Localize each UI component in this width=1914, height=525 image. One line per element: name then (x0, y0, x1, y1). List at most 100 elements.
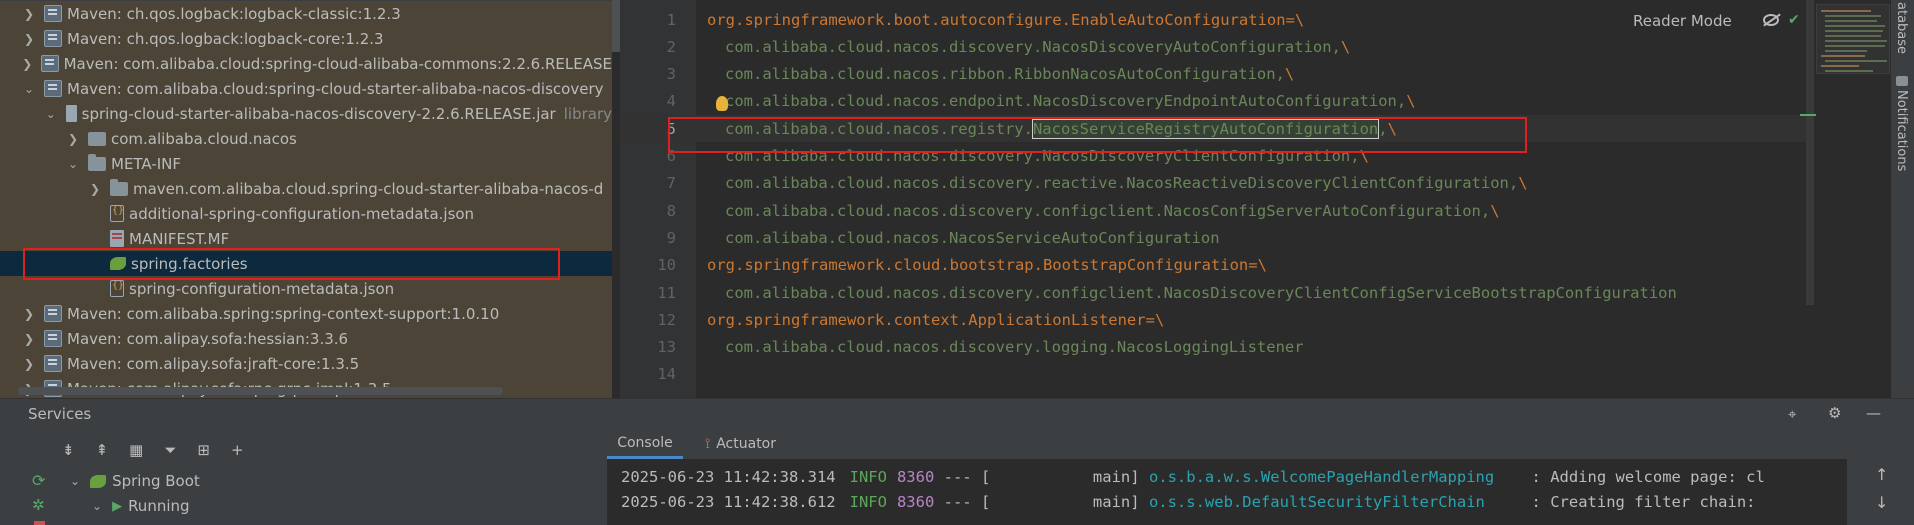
chevron-down-icon[interactable]: ⌄ (22, 82, 36, 96)
tree-row[interactable]: ⌄ Maven: com.alibaba.cloud:spring-cloud-… (0, 76, 612, 101)
group-icon[interactable]: ▦ (129, 441, 143, 459)
services-tree-item[interactable]: ⌄ Spring Boot (70, 469, 200, 493)
chevron-right-icon[interactable]: ❯ (22, 357, 36, 371)
log-thread: --- [ main] (934, 492, 1149, 511)
chevron-right-icon[interactable]: ❯ (22, 307, 36, 321)
scroll-down-icon[interactable]: ↓ (1875, 493, 1888, 512)
bell-icon[interactable] (1896, 76, 1908, 86)
tree-row[interactable]: ❯ Maven: com.alibaba.cloud:spring-cloud-… (0, 51, 612, 76)
chevron-down-icon[interactable]: ⌄ (92, 499, 102, 513)
tree-row[interactable]: additional-spring-configuration-metadata… (0, 201, 612, 226)
vertical-scrollbar[interactable] (612, 0, 620, 52)
code-editor[interactable]: 1 org.springframework.boot.autoconfigure.… (620, 0, 1914, 398)
lightbulb-icon[interactable] (716, 96, 728, 111)
log-logger[interactable]: o.s.b.a.w.s.WelcomePageHandlerMapping (1149, 468, 1494, 486)
property-key: org.springframework.cloud.bootstrap.Boot… (707, 256, 1249, 275)
chevron-down-icon[interactable]: ⌄ (70, 474, 80, 488)
code-line[interactable]: 1 org.springframework.boot.autoconfigure.… (620, 6, 1810, 33)
minimize-icon[interactable]: — (1866, 404, 1881, 422)
reader-mode-button[interactable]: Reader Mode (1633, 12, 1732, 30)
property-key: org.springframework.context.ApplicationL… (707, 310, 1146, 329)
tab-label: Console (617, 434, 673, 451)
library-icon (44, 30, 62, 47)
chevron-down-icon[interactable]: ⌄ (44, 107, 58, 121)
services-tree-item[interactable]: ⌄ ▶ Running (92, 494, 190, 518)
property-value: com.alibaba.cloud.nacos.discovery.NacosD… (725, 37, 1341, 56)
code-line[interactable]: 11 com.alibaba.cloud.nacos.discovery.conf… (620, 279, 1810, 306)
filter-icon[interactable]: ⏷ (164, 441, 176, 459)
tree-row-label: spring-cloud-starter-alibaba-nacos-disco… (81, 104, 556, 123)
code-text: org.springframework.boot.autoconfigure.E… (707, 11, 1304, 29)
chevron-down-icon[interactable]: ⌄ (66, 157, 80, 171)
tree-row[interactable]: ❯ maven.com.alibaba.cloud.spring-cloud-s… (0, 176, 612, 201)
notifications-tool-tab[interactable]: Notifications (1894, 90, 1909, 171)
add-icon[interactable]: + (231, 441, 244, 459)
run-icon: ▶ (112, 498, 123, 514)
database-tool-tab[interactable]: atabase (1894, 2, 1909, 54)
chevron-right-icon[interactable]: ❯ (66, 132, 80, 146)
crosshair-icon[interactable]: ⌖ (1788, 405, 1796, 423)
tree-row-label: additional-spring-configuration-metadata… (129, 204, 475, 223)
check-icon[interactable]: ✔ (1788, 12, 1800, 28)
scroll-up-icon[interactable]: ↑ (1875, 465, 1888, 484)
spring-boot-icon (90, 474, 107, 488)
eye-hidden-icon[interactable] (1763, 14, 1779, 26)
tree-row[interactable]: ⌄ META-INF (0, 151, 612, 176)
tree-row[interactable]: ❯ Maven: ch.qos.logback:logback-classic:… (0, 1, 612, 26)
tree-row[interactable]: ❯ Maven: com.alibaba.spring:spring-conte… (0, 301, 612, 326)
rerun-icon[interactable]: ⟳ (32, 471, 45, 490)
log-thread: --- [ main] (934, 467, 1149, 486)
debug-icon[interactable]: ✲ (32, 496, 45, 514)
chevron-right-icon[interactable]: ❯ (22, 332, 36, 346)
minimap[interactable] (1816, 4, 1890, 74)
tree-row[interactable]: ⌄ spring-cloud-starter-alibaba-nacos-dis… (0, 101, 612, 126)
property-key: org.springframework.boot.autoconfigure.E… (707, 10, 1286, 29)
log-message: : Adding welcome page: cl (1494, 467, 1765, 486)
collapse-all-icon[interactable]: ⇞ (96, 441, 109, 459)
code-line[interactable]: 3 com.alibaba.cloud.nacos.ribbon.RibbonNa… (620, 61, 1810, 88)
stop-icon[interactable] (34, 521, 45, 525)
library-icon (44, 80, 62, 97)
code-line[interactable]: 4 com.alibaba.cloud.nacos.endpoint.NacosD… (620, 88, 1810, 115)
log-line: 2025-06-23 11:42:38.612 INFO 8360 --- [ … (621, 489, 1765, 514)
console-side-toolbar: ↑ ↓ (1847, 429, 1914, 525)
log-logger[interactable]: o.s.s.web.DefaultSecurityFilterChain (1149, 493, 1485, 511)
code-line[interactable]: 7 com.alibaba.cloud.nacos.discovery.react… (620, 170, 1810, 197)
gear-icon[interactable]: ⚙ (1828, 404, 1841, 422)
chevron-right-icon[interactable]: ❯ (22, 7, 36, 21)
code-text: com.alibaba.cloud.nacos.discovery.config… (725, 284, 1677, 302)
library-suffix: library (563, 104, 612, 123)
code-line[interactable]: 9 com.alibaba.cloud.nacos.NacosServiceAut… (620, 224, 1810, 251)
line-continuation: \ (1154, 310, 1165, 329)
code-line[interactable]: 13 com.alibaba.cloud.nacos.discovery.logg… (620, 334, 1810, 361)
tree-row[interactable]: ❯ com.alibaba.cloud.nacos (0, 126, 612, 151)
manifest-file-icon (110, 230, 124, 247)
code-line[interactable]: 10 org.springframework.cloud.bootstrap.Bo… (620, 252, 1810, 279)
code-line[interactable]: 14 (620, 361, 1810, 388)
tree-row-label: Maven: com.alibaba.cloud:spring-cloud-al… (63, 54, 612, 73)
chevron-right-icon[interactable]: ❯ (88, 182, 102, 196)
expand-all-icon[interactable]: ⇟ (62, 441, 75, 459)
tab-console[interactable]: Console (607, 429, 683, 459)
code-text: org.springframework.context.ApplicationL… (707, 311, 1164, 329)
console-tabs: Console ⟟ Actuator (607, 429, 1847, 459)
services-toolbar: ⇟ ⇞ ▦ ⏷ ⊞ + (62, 441, 244, 459)
code-line[interactable]: 2 com.alibaba.cloud.nacos.discovery.Nacos… (620, 33, 1810, 60)
chevron-right-icon[interactable]: ❯ (22, 32, 36, 46)
editor-scrollbar[interactable] (1806, 0, 1814, 305)
chevron-right-icon[interactable]: ❯ (22, 57, 33, 71)
log-pid: 8360 (896, 467, 935, 486)
code-line[interactable]: 8 com.alibaba.cloud.nacos.discovery.confi… (620, 197, 1810, 224)
horizontal-scrollbar[interactable] (18, 387, 503, 395)
tab-actuator[interactable]: ⟟ Actuator (705, 429, 815, 459)
property-value: com.alibaba.cloud.nacos.discovery.reacti… (725, 174, 1519, 193)
tree-row[interactable]: ❯ Maven: com.alipay.sofa:jraft-core:1.3.… (0, 351, 612, 376)
tree-row[interactable]: ❯ Maven: ch.qos.logback:logback-core:1.2… (0, 26, 612, 51)
tree-row-label: Maven: com.alibaba.cloud:spring-cloud-st… (67, 79, 604, 98)
tree-row[interactable]: ❯ Maven: com.alipay.sofa:hessian:3.3.6 (0, 326, 612, 351)
property-value: com.alibaba.cloud.nacos.discovery.config… (725, 283, 1677, 302)
log-line: 2025-06-23 11:42:38.314 INFO 8360 --- [ … (621, 464, 1765, 489)
operator: = (1248, 256, 1258, 275)
new-tab-icon[interactable]: ⊞ (197, 441, 210, 459)
code-line[interactable]: 12 org.springframework.context.Applicatio… (620, 306, 1810, 333)
